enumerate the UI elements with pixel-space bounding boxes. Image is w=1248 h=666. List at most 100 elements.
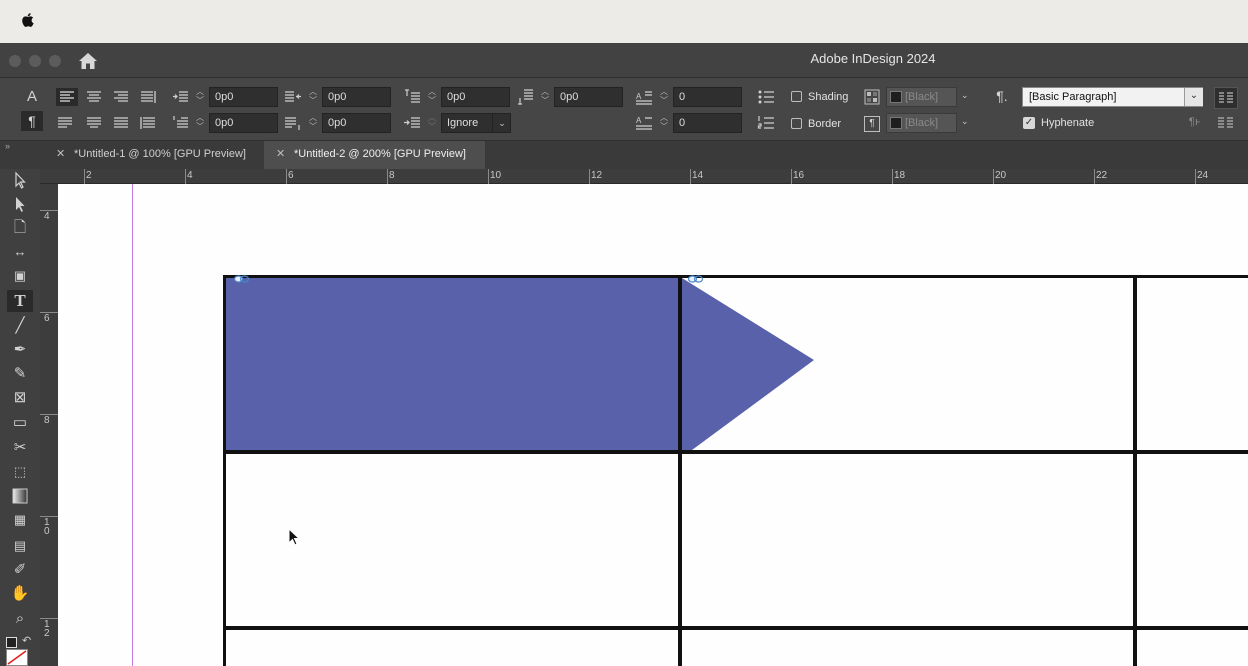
justify-center-icon[interactable]: [85, 114, 103, 132]
table-cell[interactable]: [682, 454, 1133, 626]
last-line-indent-icon[interactable]: [284, 114, 302, 132]
free-transform-tool-icon[interactable]: ⬚: [7, 461, 33, 483]
line-tool-icon[interactable]: ╱: [7, 315, 33, 337]
gap-tool-icon[interactable]: ↔: [7, 241, 33, 263]
note-tool-icon[interactable]: ▤: [7, 535, 33, 557]
last-line-indent-field[interactable]: 0p0: [322, 113, 391, 133]
ruler-tick: [589, 169, 590, 184]
align-left-icon[interactable]: [56, 88, 78, 106]
left-indent-stepper[interactable]: ︿ ﹀: [193, 87, 207, 107]
drop-cap-characters-icon[interactable]: A: [635, 114, 653, 132]
justify-left-icon[interactable]: [56, 114, 74, 132]
space-after-field[interactable]: 0p0: [554, 87, 623, 107]
align-right-icon[interactable]: [112, 88, 130, 106]
left-indent-field[interactable]: 0p0: [209, 87, 278, 107]
ruler-tick: [892, 169, 893, 184]
table-cell[interactable]: [682, 278, 1133, 450]
type-tool-icon[interactable]: T: [7, 290, 33, 312]
table-cell[interactable]: [1137, 630, 1248, 666]
table-cell-shaded[interactable]: [226, 278, 678, 450]
rectangle-frame-tool-icon[interactable]: ⊠: [7, 387, 33, 409]
right-indent-field[interactable]: 0p0: [322, 87, 391, 107]
tab-untitled-2[interactable]: ✕ *Untitled-2 @ 200% [GPU Preview]: [264, 141, 485, 169]
character-formatting-mode-icon[interactable]: A: [22, 88, 42, 105]
default-fill-stroke-icon[interactable]: [6, 637, 17, 648]
tab-untitled-1[interactable]: ✕ *Untitled-1 @ 100% [GPU Preview]: [44, 141, 262, 169]
shading-settings-icon[interactable]: [864, 89, 880, 105]
space-before-field[interactable]: 0p0: [441, 87, 510, 107]
gradient-feather-tool-icon[interactable]: ▦: [7, 509, 33, 531]
shading-color-dropdown-icon[interactable]: ⌄: [961, 90, 969, 101]
right-indent-icon[interactable]: [284, 88, 302, 106]
space-before-icon[interactable]: [403, 88, 421, 106]
justify-all-icon[interactable]: [112, 114, 130, 132]
border-settings-icon[interactable]: ¶: [864, 116, 880, 132]
gradient-swatch-tool-icon[interactable]: [7, 485, 33, 507]
zoom-tool-icon[interactable]: ⌕: [7, 608, 33, 630]
collapse-panels-icon[interactable]: »: [0, 141, 40, 169]
align-center-icon[interactable]: [85, 88, 103, 106]
table[interactable]: [223, 275, 1248, 666]
border-color-dropdown-icon[interactable]: ⌄: [961, 116, 969, 127]
align-away-from-spine-icon[interactable]: [139, 114, 157, 132]
selection-tool-icon[interactable]: [7, 169, 33, 191]
drop-cap-lines-field[interactable]: 0: [673, 87, 742, 107]
first-line-indent-icon[interactable]: [172, 114, 190, 132]
first-line-indent-field[interactable]: 0p0: [209, 113, 278, 133]
paragraph-style-select[interactable]: [Basic Paragraph]: [1022, 87, 1203, 107]
content-collector-tool-icon[interactable]: ▣: [7, 265, 33, 287]
align-to-grid-dropdown-icon[interactable]: ⌄: [492, 113, 511, 133]
border-label: Border: [808, 118, 842, 130]
pen-tool-icon[interactable]: ✒: [7, 339, 33, 361]
align-towards-spine-icon[interactable]: [139, 88, 157, 106]
border-checkbox[interactable]: [791, 118, 802, 129]
ruler-tick: [791, 169, 792, 184]
ruler-tick: [84, 169, 85, 184]
align-to-grid-icon[interactable]: [403, 114, 421, 132]
table-cell[interactable]: [682, 630, 1133, 666]
close-tab-icon[interactable]: ✕: [56, 141, 65, 167]
drop-cap-lines-stepper[interactable]: ︿ ﹀: [657, 87, 671, 107]
paragraph-style-dropdown-icon[interactable]: ⌄: [1184, 88, 1203, 106]
table-cell[interactable]: [1137, 278, 1248, 450]
table-cell[interactable]: [226, 630, 678, 666]
right-indent-stepper[interactable]: ︿ ﹀: [306, 87, 320, 107]
bulleted-list-icon[interactable]: [757, 88, 775, 106]
arrow-shape[interactable]: [682, 278, 822, 450]
first-line-indent-stepper[interactable]: ︿ ﹀: [193, 113, 207, 133]
hyphenate-label: Hyphenate: [1041, 117, 1095, 129]
page-tool-icon[interactable]: 🗋: [7, 217, 33, 239]
linked-frame-icon[interactable]: [233, 273, 251, 285]
document-canvas[interactable]: [58, 184, 1248, 666]
drop-cap-characters-field[interactable]: 0: [673, 113, 742, 133]
last-line-indent-stepper[interactable]: ︿ ﹀: [306, 113, 320, 133]
pencil-tool-icon[interactable]: ✎: [7, 363, 33, 385]
panel-menu-icon[interactable]: [1214, 87, 1238, 109]
apple-menu-icon[interactable]: [18, 10, 38, 30]
tools-panel: 🗋 ↔ ▣ T ╱ ✒ ✎ ⊠ ▭ ✂ ⬚ ▦ ▤ ✐ ✋ ⌕ ↶: [0, 169, 40, 666]
close-tab-icon[interactable]: ✕: [276, 141, 285, 167]
table-cell[interactable]: [1137, 454, 1248, 626]
eyedropper-tool-icon[interactable]: ✐: [7, 559, 33, 581]
hyphenate-checkbox[interactable]: ✓: [1023, 117, 1035, 129]
linked-frame-icon[interactable]: [687, 273, 705, 285]
drop-cap-lines-icon[interactable]: A: [635, 88, 653, 106]
hand-tool-icon[interactable]: ✋: [7, 583, 33, 605]
fill-none-icon[interactable]: [6, 649, 28, 666]
paragraph-formatting-mode-icon[interactable]: ¶: [21, 111, 43, 131]
drop-cap-characters-stepper[interactable]: ︿ ﹀: [657, 113, 671, 133]
space-after-icon[interactable]: [516, 88, 534, 106]
numbered-list-icon[interactable]: [757, 114, 775, 132]
align-to-grid-stepper[interactable]: ︿ ﹀: [425, 113, 439, 133]
clear-overrides-icon[interactable]: ¶ͱ: [1186, 115, 1204, 128]
space-after-stepper[interactable]: ︿ ﹀: [538, 87, 552, 107]
swap-fill-stroke-icon[interactable]: ↶: [22, 634, 31, 647]
left-indent-icon[interactable]: [172, 88, 190, 106]
shading-checkbox[interactable]: [791, 91, 802, 102]
direct-selection-tool-icon[interactable]: [7, 193, 33, 215]
space-before-stepper[interactable]: ︿ ﹀: [425, 87, 439, 107]
columns-icon[interactable]: [1216, 115, 1236, 133]
scissors-tool-icon[interactable]: ✂: [7, 437, 33, 459]
rectangle-tool-icon[interactable]: ▭: [7, 412, 33, 434]
ruler-label: 4: [44, 211, 50, 222]
